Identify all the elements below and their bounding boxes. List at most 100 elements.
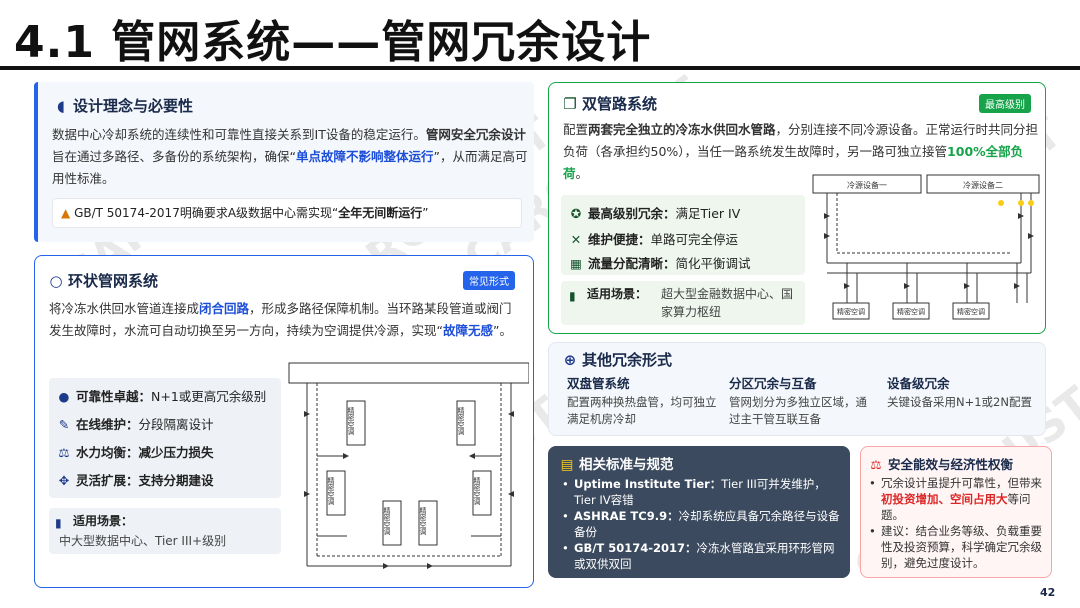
ring-feature-reliability: ● 可靠性卓越：N+1或更高冗余级别 bbox=[57, 386, 267, 405]
ring-diagram: 精密空调 精密空调 精密空调 精密空调 精密空调 精密空调 bbox=[288, 362, 529, 569]
other-title: 其他冗余形式 bbox=[582, 351, 673, 369]
feature-label: 水力均衡： bbox=[76, 445, 139, 460]
balance-item: 冗余设计虽提升可靠性，但带来初投资增加、空间占用大等问题。 bbox=[869, 475, 1049, 523]
dual-diagram: 冷源设备一 冷源设备二 精密空调 精密空调 精密空调 bbox=[812, 174, 1040, 320]
unit-label: 精密空调 bbox=[327, 476, 335, 506]
unit-label: 精密空调 bbox=[837, 307, 865, 316]
design-highlight: 单点故障不影响整体运行 bbox=[295, 149, 434, 164]
page-number: 42 bbox=[1040, 586, 1056, 599]
other-card: ⊕ 其他冗余形式 双盘管系统 配置两种换热盘管，均可独立满足机房冷却 分区冗余与互… bbox=[548, 342, 1046, 436]
design-p1-bold: 管网安全冗余设计 bbox=[425, 127, 526, 142]
document-icon: ▤ bbox=[560, 457, 574, 473]
ring-text: 将冷冻水供回水管道连接成闭合回路，形成多路径保障机制。当环路某段管道或阀门发生故… bbox=[49, 298, 521, 342]
feature-text: 简化平衡调试 bbox=[675, 256, 751, 271]
other-item-zone: 分区冗余与互备 管网划分为多独立区域，通过主干管互联互备 bbox=[729, 373, 875, 428]
balance-b1-red: 初投资增加、空间占用大 bbox=[881, 492, 1008, 506]
scale-icon: ⚖ bbox=[58, 445, 70, 460]
design-card: ◖ 设计理念与必要性 数据中心冷却系统的连续性和可靠性直接关系到IT设备的稳定运行… bbox=[34, 82, 534, 242]
dual-feature-tier: ✪ 最高级别冗余：满足Tier IV bbox=[569, 203, 741, 222]
other-item-equipment: 设备级冗余 关键设备采用N+1或2N配置 bbox=[887, 373, 1037, 411]
feature-label: 维护便捷： bbox=[588, 232, 651, 247]
balance-card: ⚖ 安全能效与经济性权衡 冗余设计虽提升可靠性，但带来初投资增加、空间占用大等问题… bbox=[860, 446, 1052, 578]
other-item-text: 关键设备采用N+1或2N配置 bbox=[887, 395, 1032, 409]
note-pre: GB/T 50174-2017明确要求A级数据中心需实现“ bbox=[74, 206, 339, 220]
ring-card: ○ 环状管网系统 常见形式 将冷冻水供回水管道连接成闭合回路，形成多路径保障机制。… bbox=[34, 255, 534, 588]
tools-icon: ✕ bbox=[570, 232, 582, 247]
title-divider bbox=[0, 66, 1080, 70]
design-p1: 数据中心冷却系统的连续性和可靠性直接关系到IT设备的稳定运行。 bbox=[52, 127, 426, 142]
feature-text: 减少压力损失 bbox=[138, 445, 214, 460]
unit-label: 精密空调 bbox=[957, 307, 985, 316]
dual-scene-label: 适用场景： bbox=[587, 287, 648, 301]
ring-scene-box: ▮ 适用场景： 中大型数据中心、Tier III+级别 bbox=[49, 508, 281, 554]
design-note: ▲ GB/T 50174-2017明确要求A级数据中心需实现“全年无间断运行” bbox=[52, 198, 522, 228]
dual-p1: 配置 bbox=[563, 122, 589, 137]
ring-p3: ”。 bbox=[493, 323, 512, 338]
dual-badge: 最高级别 bbox=[979, 94, 1031, 113]
page-title: 4.1 管网系统——管网冗余设计 bbox=[14, 17, 652, 68]
dual-p3: 。 bbox=[575, 166, 589, 181]
copy-icon: ❐ bbox=[563, 95, 577, 113]
building-icon: ▮ bbox=[55, 516, 62, 530]
feature-text: 支持分期建设 bbox=[138, 473, 214, 488]
unit-label: 精密空调 bbox=[347, 406, 355, 436]
cold-source-1: 冷源设备一 bbox=[847, 180, 887, 190]
standard-label: ASHRAE TC9.9： bbox=[574, 509, 679, 523]
standard-item: GB/T 50174-2017：冷冻水管路宜采用环形管网或双供双回 bbox=[562, 540, 844, 572]
design-text: 数据中心冷却系统的连续性和可靠性直接关系到IT设备的稳定运行。管网安全冗余设计旨… bbox=[52, 124, 530, 190]
cold-source-2: 冷源设备二 bbox=[963, 180, 1003, 190]
dual-scene-box: ▮ 适用场景： 超大型金融数据中心、国家算力枢纽 bbox=[561, 281, 805, 325]
balance-title-row: ⚖ 安全能效与经济性权衡 bbox=[869, 454, 1013, 473]
expand-icon: ✥ bbox=[58, 473, 70, 488]
other-item-title: 分区冗余与互备 bbox=[729, 376, 817, 391]
ring-p1-bold: 闭合回路 bbox=[199, 301, 250, 316]
design-p2: 旨在通过多路径、多备份的系统架构，确保“ bbox=[52, 149, 296, 164]
building-icon: ▮ bbox=[569, 289, 576, 303]
standard-label: Uptime Institute Tier： bbox=[574, 477, 722, 491]
balance-b1-pre: 冗余设计虽提升可靠性，但带来 bbox=[881, 476, 1042, 490]
ring-feature-expand: ✥ 灵活扩展：支持分期建设 bbox=[57, 470, 214, 489]
dual-p1-bold: 两套完全独立的冷冻水供回水管路 bbox=[588, 122, 776, 137]
other-item-title: 设备级冗余 bbox=[887, 376, 950, 391]
feature-label: 灵活扩展： bbox=[76, 473, 139, 488]
balance-b2: 建议：结合业务等级、负载重要性及投资预算，科学确定冗余级别，避免过度设计。 bbox=[881, 524, 1042, 570]
ring-badge: 常见形式 bbox=[463, 271, 515, 290]
dual-title-row: ❐ 双管路系统 bbox=[563, 93, 657, 114]
feature-text: 单路可完全停运 bbox=[650, 232, 739, 247]
check-circle-icon: ● bbox=[58, 389, 70, 404]
ring-feature-maintenance: ✎ 在线维护：分段隔离设计 bbox=[57, 414, 214, 433]
scale-icon: ⚖ bbox=[870, 457, 882, 472]
wrench-icon: ✎ bbox=[58, 417, 70, 432]
cycle-icon: ○ bbox=[49, 272, 63, 290]
unit-label: 精密空调 bbox=[473, 476, 481, 506]
ring-feature-balance: ⚖ 水力均衡：减少压力损失 bbox=[57, 442, 214, 461]
note-post: ” bbox=[422, 206, 429, 220]
ring-scene-label: 适用场景： bbox=[73, 514, 134, 528]
dual-feature-flow: ▦ 流量分配清晰：简化平衡调试 bbox=[569, 253, 751, 272]
standards-title: 相关标准与规范 bbox=[579, 457, 674, 473]
feature-text: N+1或更高冗余级别 bbox=[151, 389, 267, 404]
award-icon: ✪ bbox=[570, 206, 582, 221]
balance-list: 冗余设计虽提升可靠性，但带来初投资增加、空间占用大等问题。 建议：结合业务等级、… bbox=[869, 475, 1049, 571]
standards-title-row: ▤ 相关标准与规范 bbox=[560, 453, 674, 473]
standard-item: ASHRAE TC9.9：冷却系统应具备冗余路径与设备备份 bbox=[562, 508, 844, 540]
other-item-text: 管网划分为多独立区域，通过主干管互联互备 bbox=[729, 395, 867, 426]
warning-icon: ▲ bbox=[61, 206, 71, 220]
ring-scene-text: 中大型数据中心、Tier III+级别 bbox=[59, 534, 227, 548]
feature-label: 流量分配清晰： bbox=[588, 256, 676, 271]
standard-item: Uptime Institute Tier：Tier III可并发维护，Tier… bbox=[562, 476, 844, 508]
standards-card: ▤ 相关标准与规范 Uptime Institute Tier：Tier III可… bbox=[548, 446, 850, 578]
other-item-title: 双盘管系统 bbox=[567, 376, 630, 391]
dual-feature-maintenance: ✕ 维护便捷：单路可完全停运 bbox=[569, 229, 738, 248]
balance-title: 安全能效与经济性权衡 bbox=[888, 457, 1014, 472]
feature-text: 分段隔离设计 bbox=[138, 417, 214, 432]
standard-label: GB/T 50174-2017： bbox=[574, 541, 697, 555]
note-bold: 全年无间断运行 bbox=[338, 206, 423, 220]
feature-label: 最高级别冗余： bbox=[588, 206, 676, 221]
dual-card: ❐ 双管路系统 最高级别 配置两套完全独立的冷冻水供回水管路，分别连接不同冷源设备… bbox=[548, 82, 1046, 334]
ring-p1: 将冷冻水供回水管道连接成 bbox=[49, 301, 200, 316]
other-item-double-coil: 双盘管系统 配置两种换热盘管，均可独立满足机房冷却 bbox=[567, 373, 717, 428]
other-item-text: 配置两种换热盘管，均可独立满足机房冷却 bbox=[567, 395, 717, 426]
feature-text: 满足Tier IV bbox=[675, 206, 741, 221]
ring-title-row: ○ 环状管网系统 bbox=[49, 270, 158, 291]
